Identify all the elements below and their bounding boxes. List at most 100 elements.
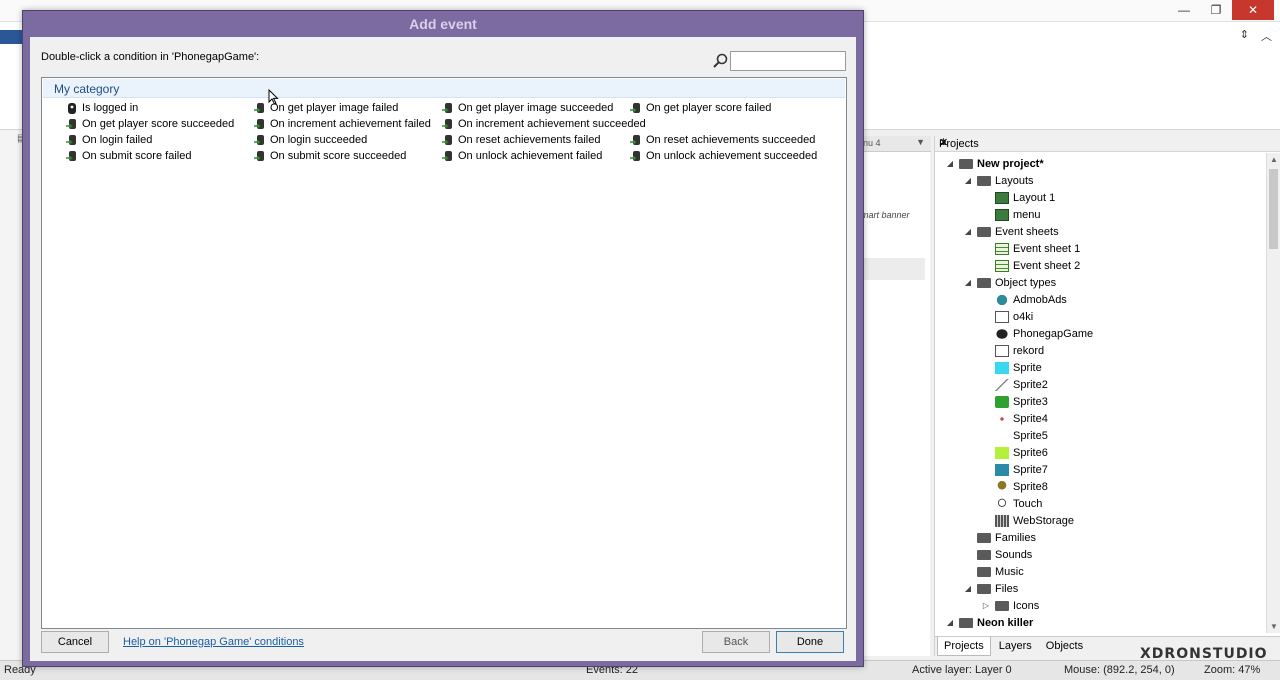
help-link[interactable]: Help on 'Phonegap Game' conditions [123, 636, 304, 648]
projects-scrollbar[interactable]: ▲ ▼ [1266, 153, 1280, 633]
tree-node[interactable]: menu [935, 206, 1265, 223]
folder-icon [977, 226, 991, 237]
layers-tab[interactable]: nu 4 ▼ [863, 136, 931, 152]
tree-node-label: rekord [1013, 344, 1045, 357]
tree-node[interactable]: ▷ Icons [935, 597, 1265, 614]
expand-arrow-icon[interactable]: ▷ [981, 601, 991, 610]
layout-icon [995, 191, 1009, 204]
tree-node[interactable]: Event sheet 2 [935, 257, 1265, 274]
tree-node[interactable]: Sprite7 [935, 461, 1265, 478]
chevron-up-icon[interactable]: ︿ [1261, 28, 1272, 44]
condition-label: On submit score succeeded [270, 150, 407, 162]
tree-node[interactable]: ◢ Files [935, 580, 1265, 597]
expand-arrow-icon[interactable]: ◢ [945, 159, 955, 168]
tree-node[interactable]: Music [935, 563, 1265, 580]
expand-arrow-icon[interactable]: ◢ [945, 618, 955, 627]
condition-item[interactable]: On increment achievement failed [254, 116, 442, 132]
close-icon[interactable]: ✕ [939, 136, 1277, 149]
updown-icon[interactable]: ⇕ [1240, 28, 1249, 44]
tree-node[interactable]: Sprite [935, 359, 1265, 376]
tree-node[interactable]: Families [935, 529, 1265, 546]
condition-item[interactable]: On submit score succeeded [254, 148, 442, 164]
tree-node[interactable]: ◢ Neon killer [935, 614, 1265, 631]
tree-node[interactable]: PhonegapGame [935, 325, 1265, 342]
condition-label: On unlock achievement failed [458, 150, 603, 162]
condition-label: On login failed [82, 134, 153, 146]
minimize-button[interactable]: — [1168, 0, 1200, 20]
expand-arrow-icon[interactable]: ◢ [963, 176, 973, 185]
tab-objects[interactable]: Objects [1040, 637, 1089, 656]
condition-item[interactable]: On reset achievements succeeded [630, 132, 818, 148]
search-input[interactable] [730, 51, 846, 71]
tab-projects[interactable]: Projects [937, 637, 991, 656]
tree-node[interactable]: WebStorage [935, 512, 1265, 529]
condition-item[interactable]: On login failed [66, 132, 254, 148]
tree-node[interactable]: ◢ Object types [935, 274, 1265, 291]
condition-label: On reset achievements failed [458, 134, 601, 146]
tree-node[interactable]: Sprite3 [935, 393, 1265, 410]
tree-node[interactable]: o4ki [935, 308, 1265, 325]
tree-node-label: Sprite3 [1013, 395, 1048, 408]
expand-arrow-icon[interactable]: ◢ [963, 227, 973, 236]
tree-node-label: Files [995, 582, 1019, 595]
tree-node[interactable]: Event sheet 1 [935, 240, 1265, 257]
tree-node-label: New project* [977, 157, 1044, 170]
ribbon-controls: ⇕ ︿ [1240, 28, 1272, 44]
trigger-icon [254, 134, 264, 145]
condition-item[interactable]: On increment achievement succeeded [442, 116, 646, 132]
tree-node[interactable]: Sprite4 [935, 410, 1265, 427]
condition-label: On reset achievements succeeded [646, 134, 816, 146]
dropdown-icon[interactable]: ▼ [916, 137, 925, 147]
folder-icon [977, 277, 991, 288]
expand-arrow-icon[interactable]: ◢ [963, 584, 973, 593]
tree-node[interactable]: Sprite5 [935, 427, 1265, 444]
scroll-down-icon[interactable]: ▼ [1270, 622, 1278, 631]
tree-node[interactable]: AdmobAds [935, 291, 1265, 308]
tree-node[interactable]: rekord [935, 342, 1265, 359]
event-sheet-icon [995, 242, 1009, 255]
status-mouse: Mouse: (892.2, 254, 0) [1064, 664, 1175, 676]
category-header[interactable]: My category [43, 79, 845, 98]
tree-node[interactable]: ◢ Event sheets [935, 223, 1265, 240]
file-tab[interactable] [0, 30, 24, 44]
expand-arrow-icon[interactable]: ◢ [963, 278, 973, 287]
condition-item[interactable]: On get player image succeeded [442, 100, 630, 116]
tab-layers[interactable]: Layers [993, 637, 1038, 656]
condition-item[interactable]: On get player score failed [630, 100, 818, 116]
scroll-thumb[interactable] [1269, 169, 1278, 249]
tree-node-label: Icons [1013, 599, 1040, 612]
folder-icon [977, 566, 991, 577]
condition-item[interactable]: Is logged in [66, 100, 254, 116]
condition-item[interactable]: On unlock achievement failed [442, 148, 630, 164]
condition-item[interactable]: On get player image failed [254, 100, 442, 116]
tree-node[interactable]: Sprite2 [935, 376, 1265, 393]
scroll-up-icon[interactable]: ▲ [1270, 155, 1278, 164]
cancel-button[interactable]: Cancel [41, 631, 109, 653]
strip-row: ▤ [0, 130, 26, 147]
tree-node[interactable]: Layout 1 [935, 189, 1265, 206]
tree-node-label: Sounds [995, 548, 1033, 561]
done-button[interactable]: Done [776, 631, 844, 653]
tree-node[interactable]: Touch [935, 495, 1265, 512]
tree-node[interactable]: ◢ New project* [935, 155, 1265, 172]
back-button[interactable]: Back [702, 631, 770, 653]
tree-node-label: o4ki [1013, 310, 1034, 323]
tree-node[interactable]: ◢ Layouts [935, 172, 1265, 189]
tree-node[interactable]: Sprite6 [935, 444, 1265, 461]
restore-button[interactable]: ❐ [1200, 0, 1232, 20]
condition-item[interactable]: On submit score failed [66, 148, 254, 164]
condition-item[interactable]: On unlock achievement succeeded [630, 148, 818, 164]
phonegap-icon [68, 102, 76, 114]
sprite-tree-icon [995, 480, 1009, 493]
close-button[interactable]: ✕ [1232, 0, 1274, 20]
condition-item[interactable]: On reset achievements failed [442, 132, 630, 148]
status-zoom: Zoom: 47% [1204, 664, 1261, 676]
trigger-icon [442, 150, 452, 161]
tree-node[interactable]: Sprite8 [935, 478, 1265, 495]
tree-node[interactable]: Sounds [935, 546, 1265, 563]
trigger-icon [254, 118, 264, 129]
mouse-cursor-icon [268, 89, 279, 105]
condition-item[interactable]: On get player score succeeded [66, 116, 254, 132]
dialog-body: Double-click a condition in 'PhonegapGam… [30, 37, 856, 661]
condition-item[interactable]: On login succeeded [254, 132, 442, 148]
